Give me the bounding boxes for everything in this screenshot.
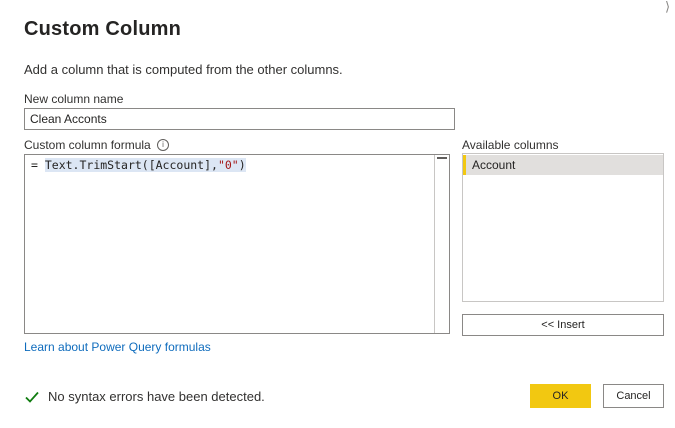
syntax-status-text: No syntax errors have been detected. bbox=[48, 389, 265, 404]
close-icon[interactable]: ⟩ bbox=[660, 0, 675, 14]
info-icon[interactable]: i bbox=[157, 139, 169, 151]
scrollbar-thumb[interactable] bbox=[437, 157, 447, 159]
formula-editor[interactable]: = Text.TrimStart([Account],"0") bbox=[24, 154, 450, 334]
new-column-name-input[interactable]: Clean Acconts bbox=[24, 108, 455, 130]
dialog-description: Add a column that is computed from the o… bbox=[24, 62, 343, 77]
ok-button[interactable]: OK bbox=[530, 384, 591, 408]
formula-prefix: = bbox=[31, 158, 45, 172]
formula-string-argument: "0" bbox=[217, 158, 239, 172]
formula-suffix: ) bbox=[238, 158, 246, 172]
cancel-button[interactable]: Cancel bbox=[603, 384, 664, 408]
dialog-title: Custom Column bbox=[24, 18, 182, 40]
available-columns-list[interactable]: Account bbox=[462, 153, 664, 302]
available-columns-label: Available columns bbox=[462, 138, 559, 152]
custom-column-formula-label: Custom column formula bbox=[24, 138, 151, 152]
formula-scrollbar[interactable] bbox=[434, 155, 449, 333]
formula-highlight: Text.TrimStart([Account],"0") bbox=[44, 158, 246, 172]
formula-function: Text.TrimStart([Account], bbox=[44, 158, 218, 172]
new-column-name-label: New column name bbox=[24, 92, 124, 106]
checkmark-icon bbox=[25, 390, 39, 403]
formula-text: = Text.TrimStart([Account],"0") bbox=[31, 158, 246, 172]
insert-button[interactable]: << Insert bbox=[462, 314, 664, 336]
available-column-item[interactable]: Account bbox=[463, 155, 663, 175]
learn-power-query-link[interactable]: Learn about Power Query formulas bbox=[24, 340, 211, 354]
